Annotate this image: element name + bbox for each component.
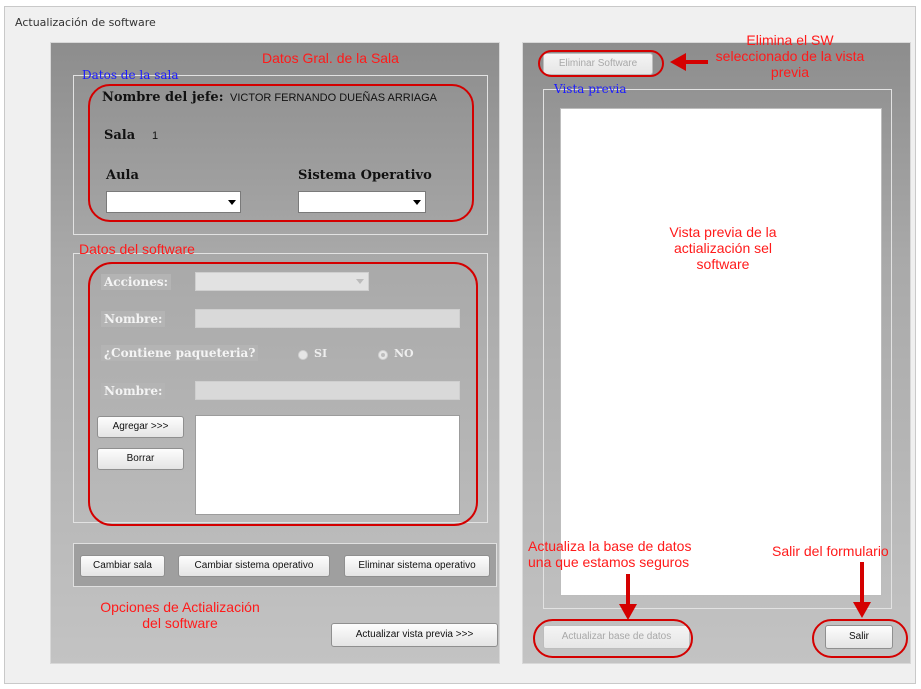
ring-salir [812, 619, 908, 658]
vista-previa-title: Vista previa [554, 82, 627, 96]
options-strip: Cambiar sala Cambiar sistema operativo E… [73, 543, 497, 587]
ring-datos-sala [88, 84, 474, 222]
window-title: Actualización de software [15, 16, 156, 29]
right-panel: Eliminar Software Vista previa Actualiza… [522, 42, 911, 664]
eliminar-so-button[interactable]: Eliminar sistema operativo [344, 555, 490, 577]
annotation-datos-software: Datos del software [79, 241, 195, 257]
sala-group-title: Datos de la sala [82, 68, 179, 82]
vista-previa-list[interactable] [560, 108, 882, 596]
annotation-elimina-line1: Elimina el SW [746, 32, 834, 48]
cambiar-sala-button[interactable]: Cambiar sala [80, 555, 165, 577]
annotation-actualiza-line2: una que estamos seguros [528, 554, 690, 570]
annotation-elimina-line2: seleccionado de la vista [715, 48, 865, 64]
ring-actualizar-bd [533, 619, 693, 658]
annotation-vista-line1: Vista previa de la [669, 224, 777, 240]
annotation-vista-previa: Vista previa de la actialización sel sof… [648, 224, 798, 272]
annotation-actualiza-line1: Actualiza la base de datos [528, 538, 692, 554]
annotation-vista-line3: software [696, 256, 750, 272]
annotation-vista-line2: actialización sel [673, 240, 773, 256]
ring-datos-software [88, 262, 478, 526]
annotation-opciones-line2: del software [142, 615, 218, 631]
annotation-opciones-line1: Opciones de Actialización [100, 599, 260, 615]
annotation-elimina: Elimina el SW seleccionado de la vista p… [700, 32, 880, 80]
annotation-actualiza: Actualiza la base de datos una que estam… [528, 538, 691, 570]
vista-previa-group: Vista previa [543, 82, 892, 609]
cambiar-so-button[interactable]: Cambiar sistema operativo [178, 555, 330, 577]
annotation-datos-gral: Datos Gral. de la Sala [262, 50, 399, 66]
ring-eliminar-software [538, 50, 664, 77]
actualizar-vista-button[interactable]: Actualizar vista previa >>> [331, 623, 498, 647]
annotation-elimina-line3: previa [770, 64, 810, 80]
annotation-opciones: Opciones de Actialización del software [80, 599, 280, 631]
annotation-salir: Salir del formulario [772, 543, 889, 559]
